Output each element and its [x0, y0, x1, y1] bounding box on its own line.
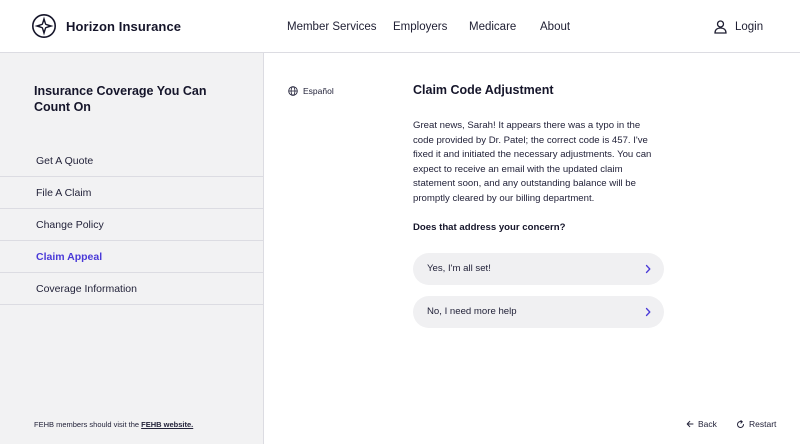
- page-title: Claim Code Adjustment: [413, 83, 554, 97]
- language-label: Español: [303, 86, 334, 96]
- chevron-right-icon: [645, 264, 651, 274]
- arrow-left-icon: [686, 420, 694, 428]
- fehb-website-link[interactable]: FEHB website.: [141, 420, 193, 429]
- sidebar-item-coverage-information[interactable]: Coverage Information: [0, 273, 263, 305]
- nav-medicare[interactable]: Medicare: [469, 21, 516, 33]
- sidebar-item-claim-appeal[interactable]: Claim Appeal: [0, 241, 263, 273]
- fehb-footnote: FEHB members should visit the FEHB websi…: [34, 420, 193, 429]
- brand-name[interactable]: Horizon Insurance: [66, 19, 181, 34]
- user-icon: [714, 20, 727, 34]
- sidebar-menu: Get A Quote File A Claim Change Policy C…: [0, 145, 263, 305]
- sidebar-item-get-a-quote[interactable]: Get A Quote: [0, 145, 263, 177]
- horizon-logo-icon[interactable]: [32, 14, 56, 38]
- restart-icon: [737, 419, 744, 428]
- chevron-right-icon: [645, 307, 651, 317]
- choice-label: No, I need more help: [427, 306, 517, 317]
- restart-button[interactable]: Restart: [736, 419, 776, 429]
- concern-question: Does that address your concern?: [413, 222, 566, 233]
- login-button[interactable]: Login: [714, 18, 763, 36]
- footnote-text: FEHB members should visit the: [34, 420, 140, 429]
- back-button[interactable]: Back: [686, 419, 717, 429]
- claim-message: Great news, Sarah! It appears there was …: [413, 120, 652, 204]
- globe-icon: [288, 86, 298, 96]
- top-header: Horizon Insurance Member Services Employ…: [0, 0, 800, 53]
- nav-member-services[interactable]: Member Services: [287, 21, 376, 33]
- sidebar-item-change-policy[interactable]: Change Policy: [0, 209, 263, 241]
- login-label: Login: [735, 21, 764, 33]
- language-toggle[interactable]: Español: [288, 86, 334, 96]
- restart-label: Restart: [749, 419, 777, 429]
- sidebar-item-file-a-claim[interactable]: File A Claim: [0, 177, 263, 209]
- sidebar-title: Insurance Coverage You Can Count On: [34, 84, 207, 114]
- nav-employers[interactable]: Employers: [393, 21, 447, 33]
- sidebar: Insurance Coverage You Can Count On Get …: [0, 53, 264, 444]
- nav-about[interactable]: About: [540, 21, 570, 33]
- choice-all-set-button[interactable]: Yes, I'm all set!: [413, 253, 664, 285]
- choice-label: Yes, I'm all set!: [427, 263, 491, 274]
- choice-more-help-button[interactable]: No, I need more help: [413, 296, 664, 328]
- back-label: Back: [698, 419, 717, 429]
